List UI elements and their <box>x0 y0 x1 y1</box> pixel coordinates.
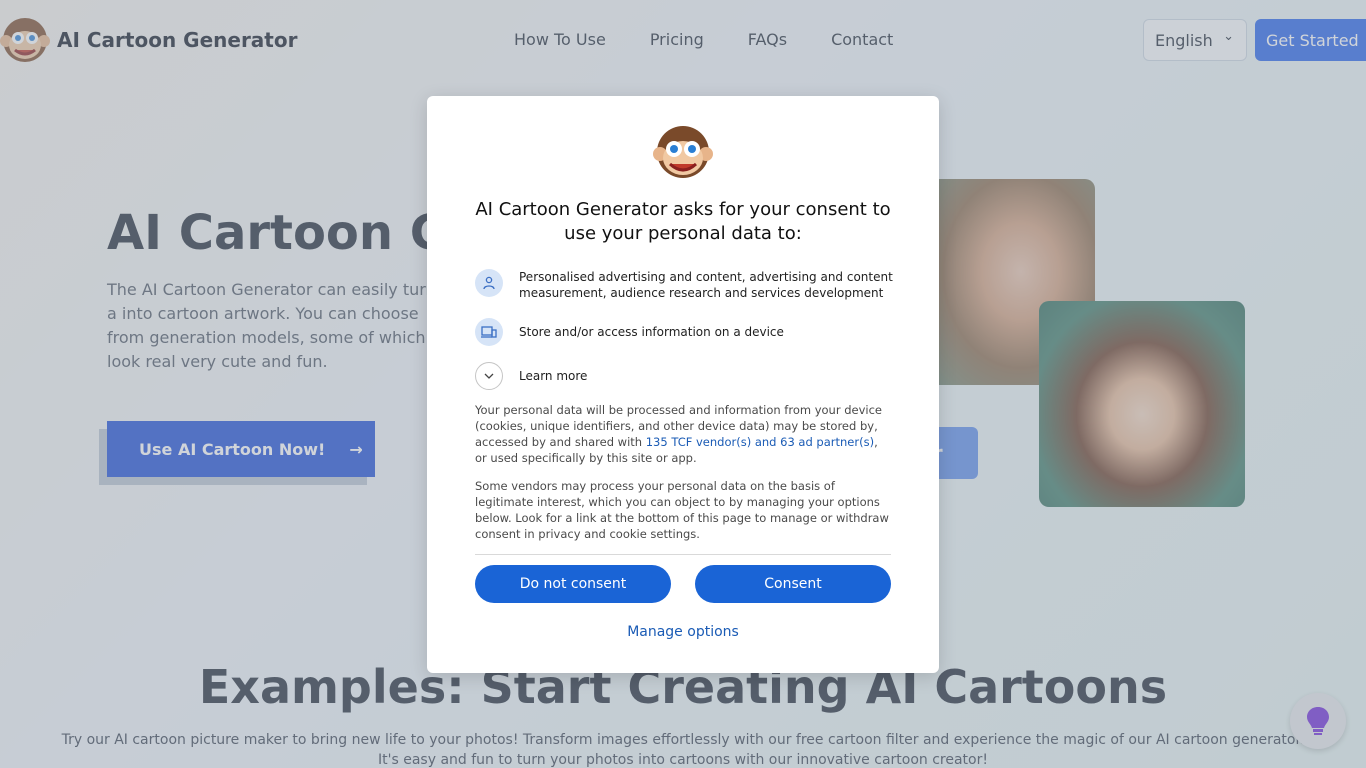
monkey-logo-icon <box>653 126 713 178</box>
divider <box>475 554 891 555</box>
purpose-device-storage: Store and/or access information on a dev… <box>475 318 895 346</box>
purpose-device-storage-text: Store and/or access information on a dev… <box>519 325 784 339</box>
consent-paragraph-2: Some vendors may process your personal d… <box>475 479 889 541</box>
manage-options-link[interactable]: Manage options <box>427 624 939 640</box>
consent-paragraph-1: Your personal data will be processed and… <box>475 402 893 466</box>
consent-button[interactable]: Consent <box>695 565 891 603</box>
person-icon <box>475 269 503 297</box>
consent-dialog: AI Cartoon Generator asks for your conse… <box>427 96 939 673</box>
do-not-consent-button[interactable]: Do not consent <box>475 565 671 603</box>
learn-more-toggle[interactable]: Learn more <box>475 362 895 390</box>
learn-more-label[interactable]: Learn more <box>519 368 587 384</box>
purpose-advertising: Personalised advertising and content, ad… <box>475 269 895 301</box>
chevron-down-icon[interactable] <box>475 362 503 390</box>
consent-title: AI Cartoon Generator asks for your conse… <box>475 199 891 244</box>
vendors-link[interactable]: 135 TCF vendor(s) and 63 ad partner(s) <box>646 435 874 449</box>
purpose-advertising-text: Personalised advertising and content, ad… <box>519 270 893 300</box>
devices-icon <box>475 318 503 346</box>
